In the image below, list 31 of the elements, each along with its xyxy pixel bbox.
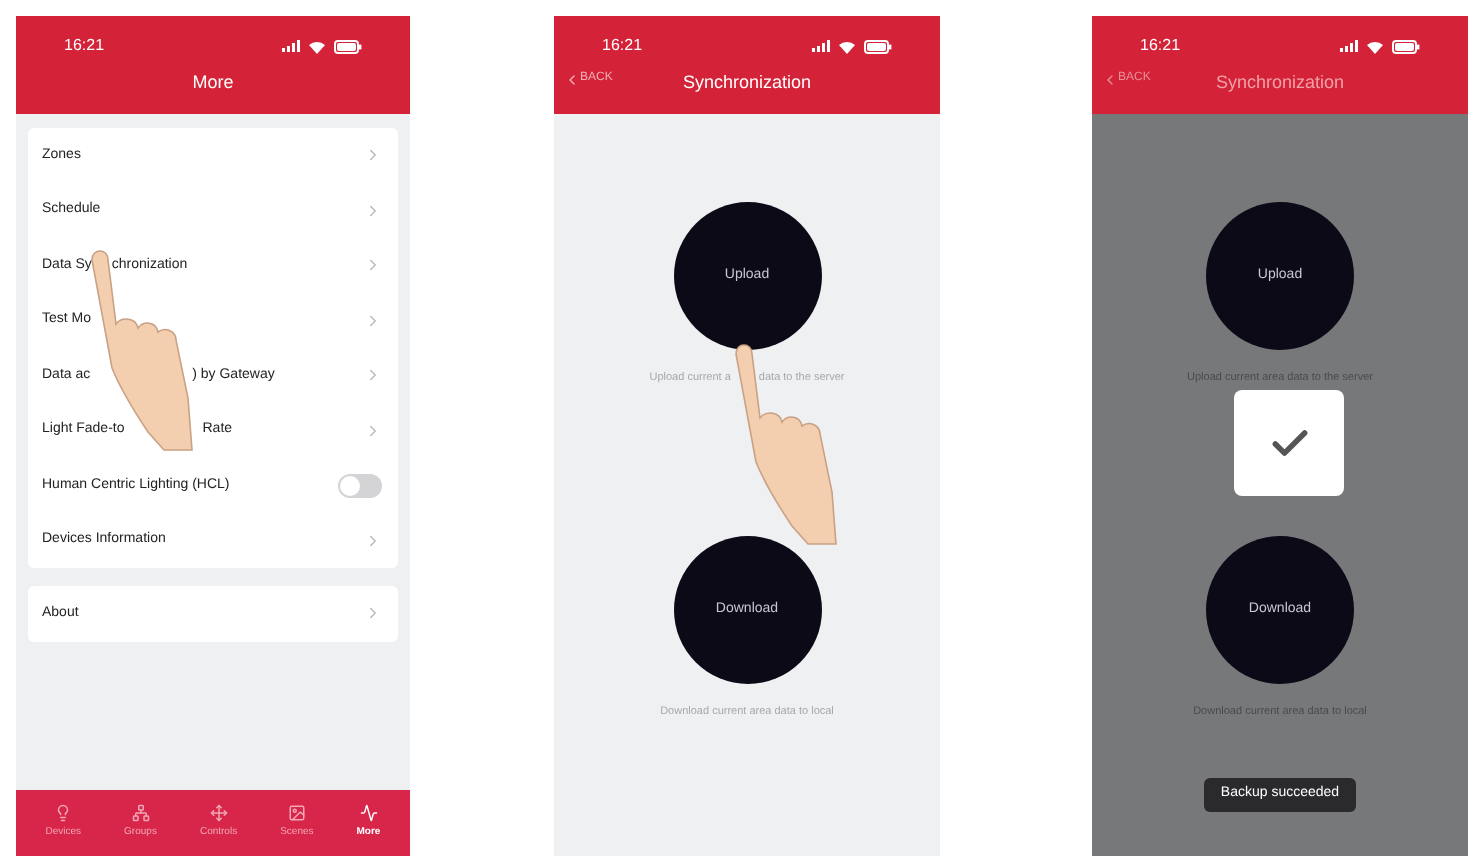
screen-title: Synchronization <box>682 70 812 96</box>
tab-icon <box>287 804 306 823</box>
chevron-right-icon[interactable] <box>364 421 382 440</box>
chevron-right-icon[interactable] <box>364 311 382 330</box>
chevron-right-icon[interactable] <box>364 256 382 275</box>
chevron-left-icon <box>564 71 580 87</box>
battery-icon <box>1392 39 1420 53</box>
signal-icon <box>812 40 830 52</box>
chevron-right-icon[interactable] <box>364 201 382 220</box>
battery-icon <box>334 39 362 53</box>
screen-title: Synchronization <box>1215 70 1345 96</box>
chevron-right-icon[interactable] <box>364 531 382 550</box>
signal-icon <box>1340 40 1358 52</box>
tab-icon <box>131 804 150 823</box>
wifi-icon <box>308 39 326 53</box>
status-time: 16:21 <box>1140 34 1181 58</box>
chevron-right-icon[interactable] <box>364 146 382 165</box>
tab-icon <box>359 804 378 823</box>
status-time: 16:21 <box>64 34 105 58</box>
toggle-switch[interactable] <box>338 473 382 498</box>
chevron-right-icon[interactable] <box>364 604 382 623</box>
chevron-right-icon[interactable] <box>364 366 382 385</box>
tab-icon <box>54 804 73 823</box>
wifi-icon <box>1366 39 1384 53</box>
screen-title: More <box>192 70 234 96</box>
tab-icon <box>209 804 228 823</box>
wifi-icon <box>838 39 856 53</box>
chevron-left-icon <box>1102 71 1118 87</box>
signal-icon <box>282 40 300 52</box>
status-time: 16:21 <box>602 34 643 58</box>
battery-icon <box>864 39 892 53</box>
